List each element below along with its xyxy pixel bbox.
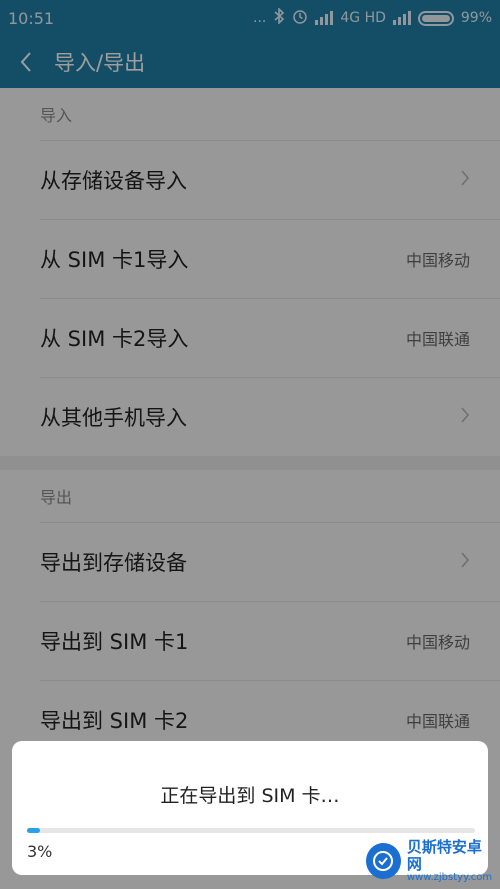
- watermark-name: 贝斯特安卓网: [406, 838, 482, 873]
- progress-percent: 3%: [27, 842, 53, 861]
- progress-fill: [27, 828, 41, 833]
- watermark-logo-icon: [366, 843, 401, 879]
- dialog-title: 正在导出到 SIM 卡…: [160, 785, 340, 807]
- watermark-url: www.zjbstyy.com: [406, 872, 493, 883]
- watermark: 贝斯特安卓网 www.zjbstyy.com: [360, 833, 500, 889]
